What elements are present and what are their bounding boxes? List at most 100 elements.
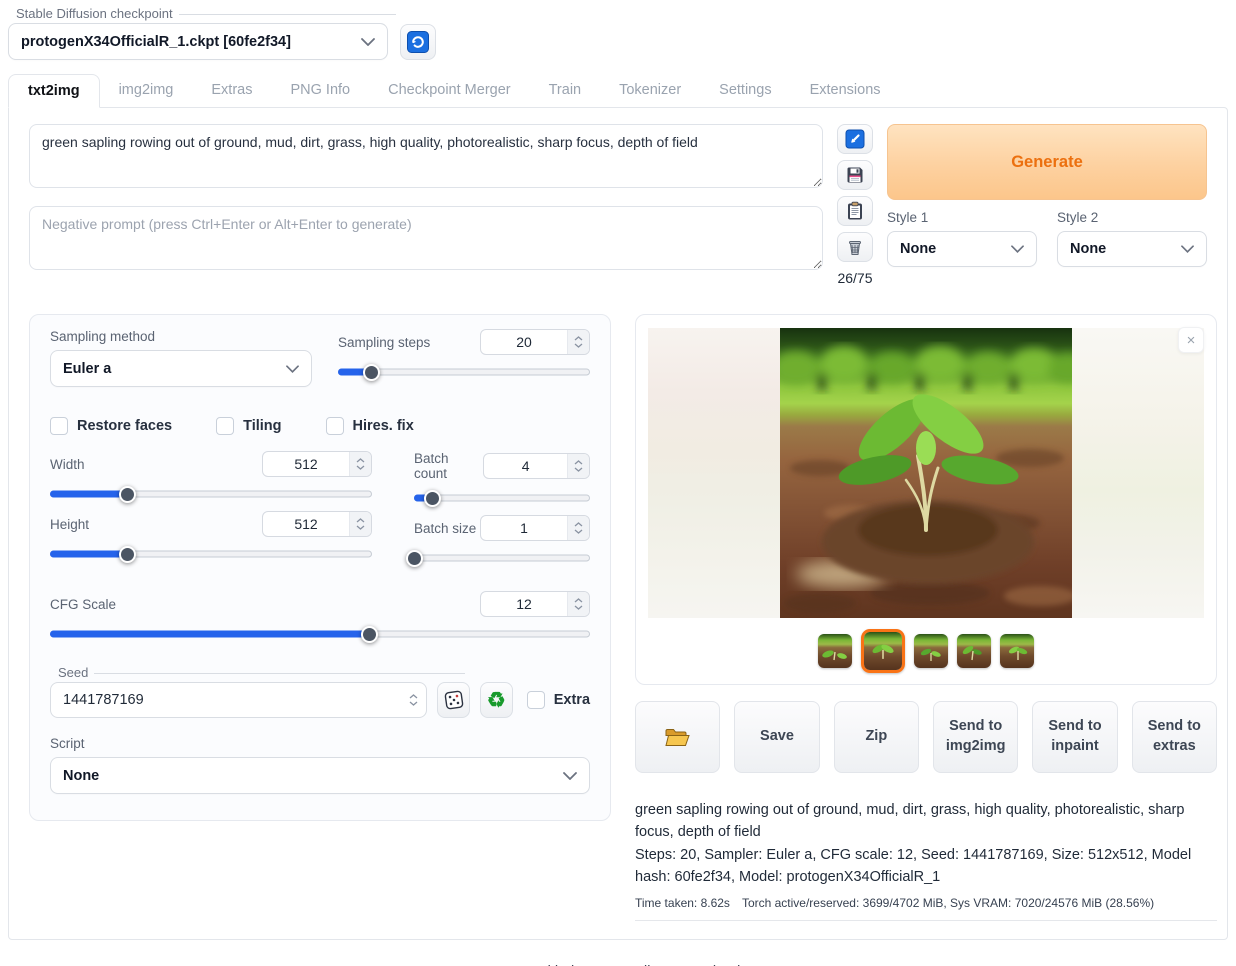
apply-style-button[interactable] [837, 196, 873, 226]
checkpoint-bar: Stable Diffusion checkpoint protogenX34O… [0, 0, 1236, 60]
close-gallery-button[interactable]: × [1178, 327, 1204, 353]
stepper-arrows[interactable] [400, 683, 426, 717]
gallery-thumbnail-1[interactable] [818, 634, 852, 668]
tab-train[interactable]: Train [530, 74, 601, 108]
hires-fix-checkbox[interactable]: Hires. fix [326, 417, 414, 435]
slider-handle[interactable] [119, 546, 136, 563]
main-tabs: txt2img img2img Extras PNG Info Checkpoi… [8, 74, 1236, 108]
save-style-button[interactable] [837, 160, 873, 190]
refresh-checkpoint-button[interactable] [400, 24, 436, 60]
batch-count-input[interactable]: 4 [483, 453, 590, 479]
zip-button[interactable]: Zip [834, 701, 919, 773]
style1-select[interactable]: None [887, 231, 1037, 267]
width-label: Width [50, 457, 85, 472]
stepper-arrows[interactable] [567, 330, 589, 354]
style2-label: Style 2 [1057, 210, 1207, 225]
tab-txt2img[interactable]: txt2img [8, 74, 100, 108]
stepper-arrows[interactable] [567, 454, 589, 478]
checkbox-box[interactable] [527, 691, 545, 709]
slider-handle[interactable] [363, 364, 380, 381]
slider-handle[interactable] [119, 486, 136, 503]
reuse-seed-button[interactable]: ♻ [480, 682, 513, 718]
save-button[interactable]: Save [734, 701, 819, 773]
slider-handle[interactable] [424, 490, 441, 507]
batch-count-slider[interactable] [414, 489, 590, 507]
width-slider[interactable] [50, 485, 372, 503]
sampling-steps-input[interactable]: 20 [480, 329, 590, 355]
gallery-thumbnail-4[interactable] [957, 634, 991, 668]
generated-image-sapling[interactable] [780, 328, 1072, 618]
gallery-thumbnail-3[interactable] [914, 634, 948, 668]
checkpoint-select[interactable]: protogenX34OfficialR_1.ckpt [60fe2f34] [8, 23, 388, 60]
chevron-down-icon [1011, 245, 1024, 253]
restore-faces-checkbox[interactable]: Restore faces [50, 417, 172, 435]
gallery-thumbnails [818, 628, 1034, 674]
tab-extras[interactable]: Extras [192, 74, 271, 108]
send-to-img2img-button[interactable]: Send to img2img [933, 701, 1018, 773]
stepper-arrows[interactable] [349, 512, 371, 536]
width-input[interactable]: 512 [262, 451, 372, 477]
time-taken: Time taken: 8.62s [635, 896, 730, 910]
generate-button[interactable]: Generate [887, 124, 1207, 200]
clear-prompt-button[interactable] [837, 232, 873, 262]
tab-extensions[interactable]: Extensions [791, 74, 900, 108]
send-to-extras-button[interactable]: Send to extras [1132, 701, 1217, 773]
sampling-method-select[interactable]: Euler a [50, 350, 312, 387]
extra-seed-checkbox[interactable]: Extra [527, 691, 590, 709]
slider-handle[interactable] [406, 550, 423, 567]
tab-checkpoint-merger[interactable]: Checkpoint Merger [369, 74, 530, 108]
checkpoint-label-row: Stable Diffusion checkpoint [8, 6, 396, 21]
floppy-disk-icon [845, 165, 865, 185]
send-to-inpaint-button[interactable]: Send to inpaint [1032, 701, 1117, 773]
trash-icon [845, 237, 865, 257]
checkbox-box[interactable] [216, 417, 234, 435]
stepper-arrows[interactable] [567, 592, 589, 616]
stepper-arrows[interactable] [567, 516, 589, 540]
chevron-down-icon [361, 38, 375, 46]
checkbox-box[interactable] [50, 417, 68, 435]
height-slider[interactable] [50, 545, 372, 563]
vram-usage: Torch active/reserved: 3699/4702 MiB, Sy… [742, 896, 1154, 910]
folder-icon [664, 727, 691, 748]
random-seed-button[interactable] [437, 682, 470, 718]
script-select[interactable]: None [50, 757, 590, 794]
output-actions: Save Zip Send to img2img Send to inpaint… [635, 701, 1217, 773]
style1-label: Style 1 [887, 210, 1037, 225]
sampling-steps-slider[interactable] [338, 363, 590, 381]
checkbox-box[interactable] [326, 417, 344, 435]
refresh-icon [407, 31, 429, 53]
negative-prompt-input[interactable] [29, 206, 823, 270]
sampling-method-label: Sampling method [50, 329, 312, 344]
gallery-thumbnail-2-selected[interactable] [861, 629, 905, 673]
token-counter: 26/75 [837, 270, 872, 286]
info-params-text: Steps: 20, Sampler: Euler a, CFG scale: … [635, 844, 1217, 889]
open-folder-button[interactable] [635, 701, 720, 773]
tab-img2img[interactable]: img2img [100, 74, 193, 108]
generation-info: green sapling rowing out of ground, mud,… [635, 799, 1217, 921]
style2-select[interactable]: None [1057, 231, 1207, 267]
tiling-checkbox[interactable]: Tiling [216, 417, 281, 435]
output-panel: × [635, 314, 1217, 921]
stepper-arrows[interactable] [349, 452, 371, 476]
paste-generation-params-button[interactable] [837, 124, 873, 154]
height-input[interactable]: 512 [262, 511, 372, 537]
tab-png-info[interactable]: PNG Info [271, 74, 369, 108]
tab-tokenizer[interactable]: Tokenizer [600, 74, 700, 108]
chevron-down-icon [1181, 245, 1194, 253]
prompt-input[interactable]: green sapling rowing out of ground, mud,… [29, 124, 823, 188]
txt2img-panel: green sapling rowing out of ground, mud,… [8, 107, 1228, 940]
cfg-scale-input[interactable]: 12 [480, 591, 590, 617]
height-label: Height [50, 517, 89, 532]
batch-size-slider[interactable] [414, 549, 590, 567]
blue-arrow-icon [845, 129, 865, 149]
slider-handle[interactable] [361, 626, 378, 643]
close-icon: × [1187, 332, 1196, 349]
cfg-scale-slider[interactable] [50, 625, 590, 643]
gallery-thumbnail-5[interactable] [1000, 634, 1034, 668]
batch-size-input[interactable]: 1 [480, 515, 590, 541]
seed-label: Seed [50, 665, 94, 680]
seed-input[interactable]: 1441787169 [50, 682, 427, 718]
tab-settings[interactable]: Settings [700, 74, 790, 108]
checkpoint-label: Stable Diffusion checkpoint [8, 6, 179, 21]
result-gallery: × [635, 314, 1217, 685]
